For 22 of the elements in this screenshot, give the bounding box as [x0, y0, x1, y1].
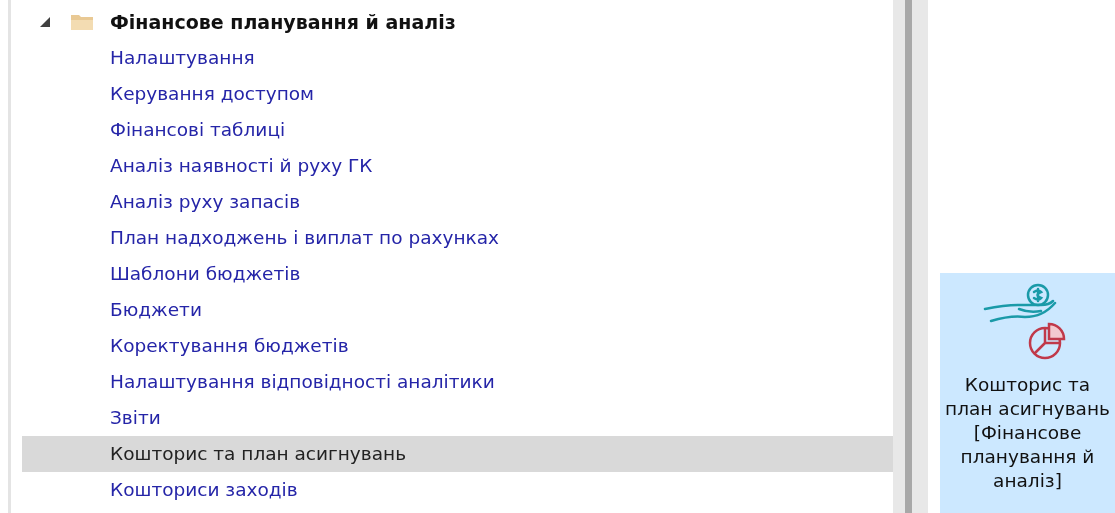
module-tile[interactable]: Кошторис та план асигнувань [Фінансове планування й аналіз]	[940, 273, 1115, 513]
tree-item[interactable]: Звіти	[22, 400, 893, 436]
tree-item[interactable]: Налаштування відповідності аналітики	[22, 364, 893, 400]
tile-label: [Фінансове	[973, 421, 1082, 445]
tree-item[interactable]: Шаблони бюджетів	[22, 256, 893, 292]
tree-item[interactable]: Бюджети	[22, 292, 893, 328]
tile-label: план асигнувань	[945, 397, 1110, 421]
tree-item[interactable]: Аналіз руху запасів	[22, 184, 893, 220]
tile-label: планування й	[960, 445, 1095, 469]
expanded-triangle-icon[interactable]	[40, 17, 50, 27]
tree-item[interactable]: Коректування бюджетів	[22, 328, 893, 364]
tile-label: Кошторис та	[964, 373, 1091, 397]
tree-item[interactable]: Кошторис та план асигнувань	[22, 436, 893, 472]
folder-icon	[70, 13, 94, 31]
group-title[interactable]: Фінансове планування й аналіз	[110, 11, 456, 33]
tree-item[interactable]: Фінансові таблиці	[22, 112, 893, 148]
tree-item[interactable]: Кошториси заходів	[22, 472, 893, 508]
tile-label: аналіз]	[993, 469, 1062, 493]
tree-item[interactable]: Керування доступом	[22, 76, 893, 112]
tree-item[interactable]: Аналіз наявності й руху ГК	[22, 148, 893, 184]
tree-item[interactable]: План надходжень і виплат по рахунках	[22, 220, 893, 256]
tree-item[interactable]: Налаштування	[22, 40, 893, 76]
